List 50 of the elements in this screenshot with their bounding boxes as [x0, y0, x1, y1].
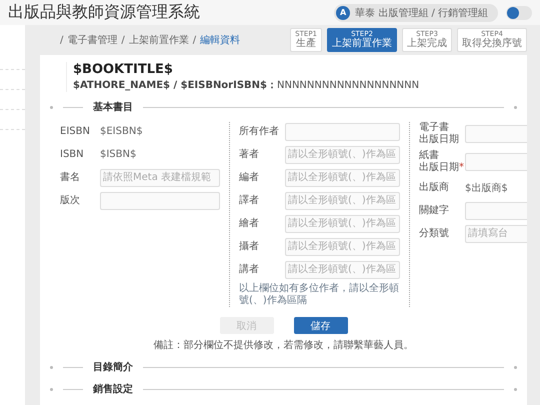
input-field[interactable]: 請以全形頓號(、)作為區 [285, 260, 400, 278]
field-label: 講者 [239, 264, 260, 276]
field-label: 書名 [60, 172, 81, 184]
user-badge[interactable]: A 華泰 出版管理組 / 行銷管理組 [334, 4, 498, 22]
section-title: 銷售設定 [93, 382, 133, 396]
field-label: 攝者 [239, 240, 260, 252]
input-field[interactable]: 請以全形頓號(、)作為區 [285, 192, 400, 210]
field-label: 電子書 [419, 122, 450, 134]
breadcrumb-link[interactable]: 上架前置作業 [128, 33, 189, 47]
required-mark: * [459, 162, 464, 174]
user-name: 華泰 出版管理組 / 行銷管理組 [355, 6, 488, 20]
input-field[interactable]: 請填寫台 [465, 224, 527, 242]
field-value: $出版商$ [465, 182, 508, 194]
field-label: ISBN [60, 148, 85, 160]
field-label: 關鍵字 [419, 204, 450, 216]
breadcrumb-link[interactable]: 編輯資料 [200, 33, 240, 47]
field-label: 版次 [60, 194, 81, 206]
breadcrumb-separator: / [60, 34, 64, 46]
breadcrumb-link[interactable]: 電子書管理 [67, 33, 118, 47]
field-value: $EISBN$ [100, 126, 143, 137]
field-label: 繪者 [239, 218, 260, 230]
field-label: EISBN [60, 126, 91, 138]
field-label: 出版商 [419, 182, 450, 194]
input-field[interactable]: 請以全形頓號(、)作為區 [285, 238, 400, 256]
field-label: 譯者 [239, 194, 260, 206]
book-subtitle: $ATHORE_NAME$ / $EISBNorISBN$：NNNNNNNNNNNNNNNNNNN [73, 79, 420, 92]
input-field[interactable] [285, 122, 400, 140]
avatar: A [336, 6, 350, 20]
field-label: 紙書 [419, 150, 440, 162]
save-button[interactable]: 儲存 [294, 317, 348, 334]
breadcrumb-separator: / [121, 34, 125, 46]
app-title: 出版品與教師資源管理系統 [8, 2, 200, 23]
note-text: 備註：部分欄位不提供修改，若需修改，請聯繫華藝人員。 [152, 338, 414, 352]
field-label: 出版日期 [419, 134, 459, 146]
field-label: 分類號 [419, 228, 450, 240]
input-field[interactable]: 請依照Meta 表建檔規範 [100, 168, 220, 186]
input-field[interactable]: 請以全形頓號(、)作為區 [285, 146, 400, 164]
field-label: 編者 [239, 172, 260, 184]
input-field[interactable]: 請以全形頓號(、)作為區 [285, 214, 400, 232]
section-title: 基本書目 [93, 100, 133, 114]
book-title: $BOOKTITLE$ [73, 62, 174, 77]
input-field[interactable]: 請以全形頓號(、)作為區 [285, 168, 400, 186]
help-text: 以上欄位如有多位作者，請以全形頓號(、)作為區隔 [239, 283, 400, 307]
section-title: 目錄簡介 [93, 360, 133, 374]
breadcrumb-separator: / [192, 34, 196, 46]
input-field[interactable] [100, 192, 220, 210]
field-value: $ISBN$ [100, 149, 136, 160]
toggle-switch[interactable] [506, 6, 532, 20]
field-label: 著者 [239, 148, 260, 160]
field-label: 所有作者 [239, 126, 279, 138]
